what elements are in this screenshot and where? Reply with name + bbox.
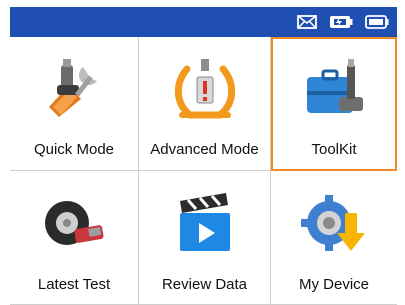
battery-charging-icon	[330, 16, 353, 28]
menu-tile-toolkit[interactable]: ToolKit	[271, 37, 397, 171]
menu-tile-review-data[interactable]: Review Data	[139, 171, 271, 305]
toolbox-sensor-icon	[307, 59, 363, 113]
tpms-warning-icon	[174, 59, 235, 119]
menu-label: Advanced Mode	[150, 141, 259, 158]
mail-icon	[297, 15, 317, 29]
menu-tile-quick-mode[interactable]: Quick Mode	[10, 37, 139, 171]
menu-label: My Device	[298, 276, 369, 293]
tire-scan-icon	[45, 201, 104, 245]
menu-label: Review Data	[161, 276, 248, 293]
status-bar	[10, 7, 397, 37]
menu-label: Latest Test	[37, 276, 111, 293]
menu-tile-latest-test[interactable]: Latest Test	[10, 171, 139, 305]
tire-valve-wrench-icon	[49, 59, 97, 117]
menu-label: ToolKit	[311, 141, 357, 158]
battery-icon	[365, 15, 389, 29]
main-menu-grid: Quick Mode Advanced Mode ToolKit Latest …	[10, 37, 397, 305]
menu-tile-advanced-mode[interactable]: Advanced Mode	[139, 37, 271, 171]
menu-label: Quick Mode	[33, 141, 115, 158]
settings-download-icon	[301, 195, 365, 251]
video-clapper-icon	[179, 193, 230, 251]
menu-tile-my-device[interactable]: My Device	[271, 171, 397, 305]
